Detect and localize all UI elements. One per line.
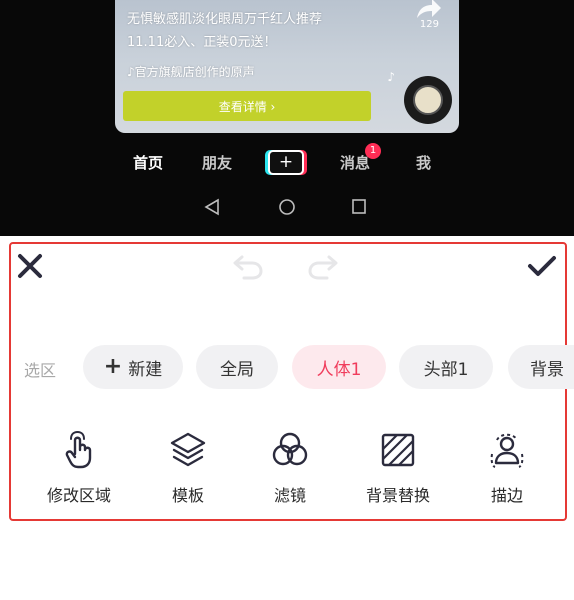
tool-modify-area-label: 修改区域 <box>46 486 111 505</box>
ad-caption-line-1: 无惧敏感肌淡化眼周万千红人推荐 <box>127 12 323 27</box>
home-circle-icon[interactable] <box>278 198 296 216</box>
person-outline-icon <box>490 433 524 468</box>
tool-filter[interactable]: 滤镜 <box>240 430 340 506</box>
back-triangle-icon[interactable] <box>204 198 220 216</box>
chip-new[interactable]: + 新建 <box>83 345 183 389</box>
music-source-text[interactable]: ♪官方旗舰店创作的原声 <box>127 63 255 80</box>
view-details-button[interactable]: 查看详情 › <box>123 91 371 121</box>
undo-icon[interactable] <box>230 252 266 280</box>
nav-me[interactable]: 我 <box>416 152 431 173</box>
ad-caption-line-2: 11.11必入、正装0元送！ <box>127 35 277 50</box>
hand-pointer-icon <box>65 430 92 469</box>
nav-friends[interactable]: 朋友 <box>202 152 232 173</box>
tool-background-replace-label: 背景替换 <box>365 486 430 505</box>
share-icon[interactable] <box>413 0 443 20</box>
close-icon[interactable] <box>16 252 44 280</box>
tool-outline-label: 描边 <box>490 486 523 505</box>
create-button[interactable]: + <box>268 150 304 175</box>
music-note-icon: ♪ <box>387 70 395 84</box>
chip-body-selected[interactable]: 人体1 <box>292 345 386 389</box>
selection-label: 选区 <box>24 361 57 380</box>
confirm-check-icon[interactable] <box>526 252 558 280</box>
tool-template-label: 模板 <box>171 486 204 505</box>
messages-badge: 1 <box>365 143 381 159</box>
plus-icon: + <box>270 152 302 173</box>
tool-template[interactable]: 模板 <box>138 430 238 506</box>
tool-outline[interactable]: 描边 <box>457 430 557 506</box>
chip-new-label: 新建 <box>128 359 163 380</box>
chip-background[interactable]: 背景 <box>508 345 574 389</box>
music-disc-icon[interactable] <box>404 76 452 124</box>
plus-icon: + <box>103 354 123 379</box>
tool-background-replace[interactable]: 背景替换 <box>348 430 448 506</box>
share-count: 129 <box>419 19 439 30</box>
recents-square-icon[interactable] <box>351 198 367 216</box>
layers-icon <box>170 432 206 467</box>
redo-icon[interactable] <box>305 252 341 280</box>
tool-filter-label: 滤镜 <box>273 486 306 505</box>
video-feed-area: 无惧敏感肌淡化眼周万千红人推荐 11.11必入、正装0元送！ ♪官方旗舰店创作的… <box>0 0 574 236</box>
chip-global[interactable]: 全局 <box>196 345 278 389</box>
chip-head[interactable]: 头部1 <box>399 345 493 389</box>
hatched-square-icon <box>381 433 415 467</box>
nav-home[interactable]: 首页 <box>133 152 163 173</box>
filter-circles-icon <box>272 432 308 466</box>
tool-modify-area[interactable]: 修改区域 <box>29 430 129 506</box>
